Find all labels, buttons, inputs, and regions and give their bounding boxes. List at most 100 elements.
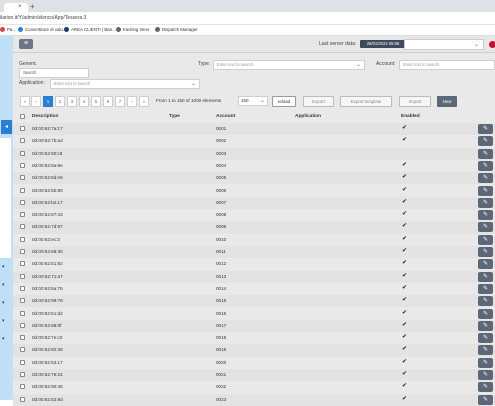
row-checkbox[interactable]	[20, 298, 25, 304]
search-input[interactable]: Search	[19, 68, 89, 78]
per-page-select[interactable]: 150 ⌄	[238, 96, 268, 106]
column-header-description[interactable]: Description	[32, 114, 58, 119]
table-row[interactable]: 0d:00:62:7b:ad 0002 ✔ ✎	[13, 135, 495, 147]
edit-icon[interactable]: ✎	[478, 333, 493, 344]
row-checkbox[interactable]	[20, 322, 25, 328]
bookmark-item[interactable]: Pa...	[0, 27, 16, 32]
table-row[interactable]: 0d:00:62:51:d2 0016 ✔ ✎	[13, 308, 495, 320]
edit-icon[interactable]: ✎	[478, 320, 493, 331]
table-row[interactable]: 0d:00:62:53:17 0020 ✔ ✎	[13, 357, 495, 369]
table-row[interactable]: 0d:00:62:67:43 0008 ✔ ✎	[13, 209, 495, 221]
row-checkbox[interactable]	[20, 150, 25, 156]
page-button[interactable]: 1	[43, 96, 53, 107]
row-checkbox[interactable]	[20, 162, 25, 168]
language-flag-icon[interactable]	[489, 41, 495, 48]
url-text[interactable]: ilarion.it/Y/admin/elenco/App/Tessera.3	[0, 15, 86, 21]
column-header-account[interactable]: Account	[216, 114, 235, 119]
page-last-button[interactable]: »	[139, 96, 149, 107]
row-checkbox[interactable]	[20, 335, 25, 341]
edit-icon[interactable]: ✎	[478, 210, 493, 221]
edit-icon[interactable]: ✎	[478, 247, 493, 257]
row-checkbox[interactable]	[20, 138, 25, 144]
edit-icon[interactable]: ✎	[478, 197, 493, 208]
edit-icon[interactable]: ✎	[478, 185, 493, 196]
export-template-button[interactable]: Export template	[340, 96, 392, 107]
account-field[interactable]: Enter text to search	[399, 60, 495, 70]
table-row[interactable]: 0d:00:62:76:24 0021 ✔ ✎	[13, 369, 495, 382]
row-checkbox[interactable]	[20, 249, 25, 254]
table-row[interactable]: 0d:00:62:60:c8 0003 ✎	[13, 147, 495, 160]
edit-icon[interactable]: ✎	[478, 271, 493, 282]
type-field[interactable]: Enter text to search ⌄	[213, 60, 365, 70]
row-checkbox[interactable]	[20, 212, 25, 218]
bookmark-item[interactable]: Convertitore di valu...	[18, 27, 67, 32]
chevron-down-icon[interactable]: ▾	[2, 318, 5, 324]
table-row[interactable]: 0d:00:62:5b:80 0006 ✔ ✎	[13, 185, 495, 197]
chevron-down-icon[interactable]: ▾	[2, 264, 5, 270]
row-checkbox[interactable]	[20, 175, 25, 181]
edit-icon[interactable]: ✎	[478, 160, 493, 171]
column-header-application[interactable]: Application	[295, 114, 321, 119]
table-row[interactable]: 0d:00:62:6a:76 0014 ✔ ✎	[13, 283, 495, 295]
table-row[interactable]: 0d:00:62:7e:c0 0018 ✔ ✎	[13, 332, 495, 344]
edit-icon[interactable]: ✎	[478, 308, 493, 319]
table-row[interactable]: 0d:00:62:68:30 0011 ✔ ✎	[13, 246, 495, 259]
table-row[interactable]: 0d:00:62:b2:17 0007 ✔ ✎	[13, 196, 495, 210]
edit-icon[interactable]: ✎	[478, 382, 493, 393]
page-button[interactable]: 6	[103, 96, 113, 107]
row-checkbox[interactable]	[20, 285, 25, 291]
chevron-down-icon[interactable]: ▾	[2, 336, 5, 342]
table-row[interactable]: 0d:00:62:7a:17 0001 ✔ ✎	[13, 123, 495, 136]
new-button[interactable]: New	[437, 96, 457, 107]
import-button[interactable]: Import	[399, 96, 431, 107]
row-checkbox[interactable]	[20, 199, 25, 205]
page-first-button[interactable]: «	[20, 96, 30, 107]
tab-close-icon[interactable]: ×	[18, 4, 22, 10]
table-row[interactable]: 0d:00:62:8a:9e 0004 ✔ ✎	[13, 160, 495, 172]
edit-icon[interactable]: ✎	[478, 136, 493, 147]
bookmark-item[interactable]: AREA CLIENTI | Ban...	[64, 27, 116, 32]
select-all-checkbox[interactable]	[20, 114, 25, 119]
page-button[interactable]: 2	[55, 96, 65, 107]
row-checkbox[interactable]	[20, 187, 25, 193]
page-next-button[interactable]: ›	[127, 96, 137, 107]
table-row[interactable]: 0d:00:62:71:a7 0013 ✔ ✎	[13, 270, 495, 283]
table-row[interactable]: 0d:00:62:88:8f 0017 ✔ ✎	[13, 319, 495, 333]
row-checkbox[interactable]	[20, 396, 25, 402]
page-button[interactable]: 7	[115, 96, 125, 107]
table-row[interactable]: 0d:00:62:51:92 0012 ✔ ✎	[13, 258, 495, 270]
page-button[interactable]: 4	[79, 96, 89, 107]
edit-icon[interactable]: ✎	[478, 357, 493, 368]
row-checkbox[interactable]	[20, 224, 25, 230]
row-checkbox[interactable]	[20, 384, 25, 390]
chevron-down-icon[interactable]: ▾	[2, 282, 5, 288]
table-row[interactable]: 0d:00:62:90:45 0022 ✔ ✎	[13, 381, 495, 393]
edit-icon[interactable]: ✎	[478, 173, 493, 184]
row-checkbox[interactable]	[20, 273, 25, 279]
menu-icon[interactable]: ≡	[19, 39, 33, 49]
row-checkbox[interactable]	[20, 126, 25, 131]
row-checkbox[interactable]	[20, 347, 25, 353]
new-tab-button[interactable]: +	[30, 2, 35, 11]
page-prev-button[interactable]: ‹	[31, 96, 41, 107]
page-button[interactable]: 5	[91, 96, 101, 107]
column-header-enabled[interactable]: Enabled	[401, 114, 420, 119]
chevron-down-icon[interactable]: ▾	[2, 300, 5, 306]
edit-icon[interactable]: ✎	[478, 370, 493, 380]
table-row[interactable]: 0d:00:62:92:39 0019 ✔ ✎	[13, 344, 495, 357]
page-button[interactable]: 3	[67, 96, 77, 107]
application-field[interactable]: Enter text to search ⌄	[50, 79, 200, 89]
table-row[interactable]: 0d:00:62:99:78 0015 ✔ ✎	[13, 295, 495, 308]
address-bar[interactable]: ilarion.it/Y/admin/elenco/App/Tessera.3	[0, 12, 495, 25]
edit-icon[interactable]: ✎	[478, 234, 493, 245]
column-header-type[interactable]: Type	[169, 114, 180, 119]
bookmark-item[interactable]: tracking timer	[116, 27, 149, 32]
edit-icon[interactable]: ✎	[478, 222, 493, 233]
table-row[interactable]: 0d:00:62:ec:3 0010 ✔ ✎	[13, 234, 495, 246]
table-row[interactable]: 0d:00:62:8d:e5 0005 ✔ ✎	[13, 172, 495, 185]
header-select[interactable]: ⌄	[404, 39, 484, 50]
sidebar-toggle-button[interactable]: ◂	[1, 120, 12, 134]
row-checkbox[interactable]	[20, 310, 25, 316]
bookmark-item[interactable]: Dispatch Manager	[155, 27, 198, 32]
row-checkbox[interactable]	[20, 261, 25, 267]
